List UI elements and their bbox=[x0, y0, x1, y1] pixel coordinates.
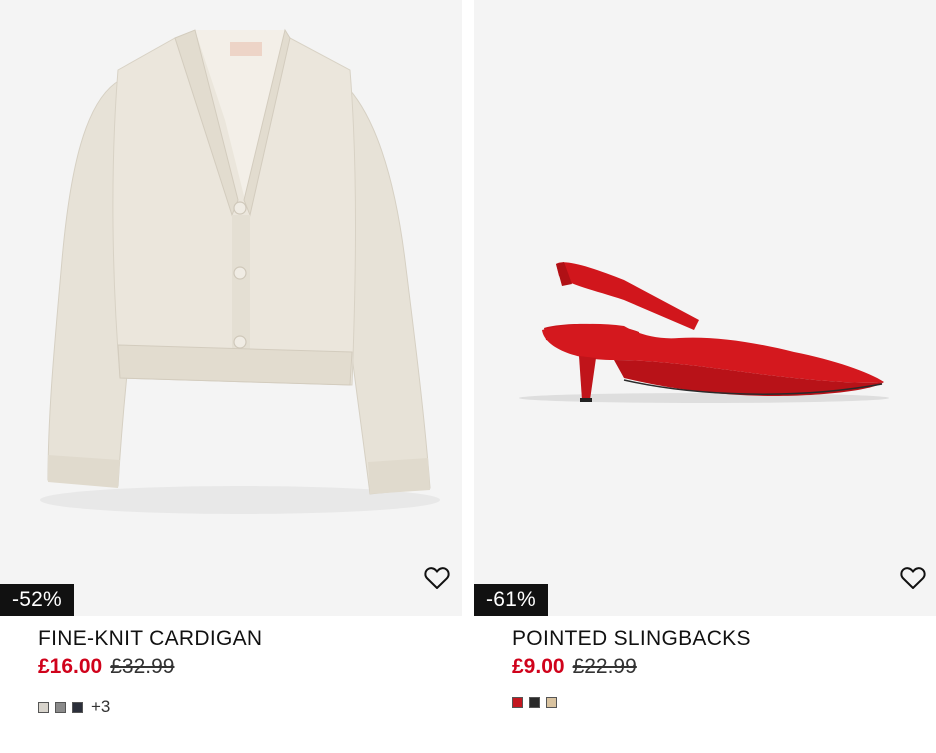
price-row: £9.00 £22.99 bbox=[512, 655, 637, 679]
sale-price: £16.00 bbox=[38, 655, 103, 678]
original-price: £32.99 bbox=[110, 655, 175, 678]
more-colors-count[interactable]: +3 bbox=[91, 697, 110, 717]
color-swatch[interactable] bbox=[546, 697, 557, 708]
product-card-cardigan[interactable]: -52% FINE-KNIT CARDIGAN £16.00 £32.99 +3 bbox=[0, 0, 462, 753]
product-title[interactable]: POINTED SLINGBACKS bbox=[512, 627, 751, 651]
heart-outline-icon bbox=[900, 567, 926, 589]
original-price: £22.99 bbox=[572, 655, 637, 678]
product-card-slingbacks[interactable]: -61% POINTED SLINGBACKS £9.00 £22.99 bbox=[474, 0, 936, 753]
color-swatches: +3 bbox=[38, 697, 110, 717]
product-image-slingbacks[interactable] bbox=[474, 0, 936, 616]
favorite-button[interactable] bbox=[899, 564, 927, 592]
product-grid: -52% FINE-KNIT CARDIGAN £16.00 £32.99 +3 bbox=[0, 0, 936, 753]
color-swatch[interactable] bbox=[55, 701, 66, 713]
cardigan-illustration bbox=[40, 28, 440, 514]
color-swatch[interactable] bbox=[512, 697, 523, 708]
slingback-shoe-illustration bbox=[519, 262, 889, 403]
sale-price: £9.00 bbox=[512, 655, 565, 678]
discount-badge: -61% bbox=[474, 584, 548, 616]
product-image-cardigan[interactable] bbox=[0, 0, 462, 616]
color-swatch[interactable] bbox=[72, 701, 83, 713]
heart-outline-icon bbox=[424, 567, 450, 589]
discount-badge: -52% bbox=[0, 584, 74, 616]
product-title[interactable]: FINE-KNIT CARDIGAN bbox=[38, 627, 262, 651]
color-swatches bbox=[512, 697, 563, 708]
color-swatch[interactable] bbox=[38, 701, 49, 713]
color-swatch[interactable] bbox=[529, 697, 540, 708]
price-row: £16.00 £32.99 bbox=[38, 655, 174, 679]
favorite-button[interactable] bbox=[423, 564, 451, 592]
